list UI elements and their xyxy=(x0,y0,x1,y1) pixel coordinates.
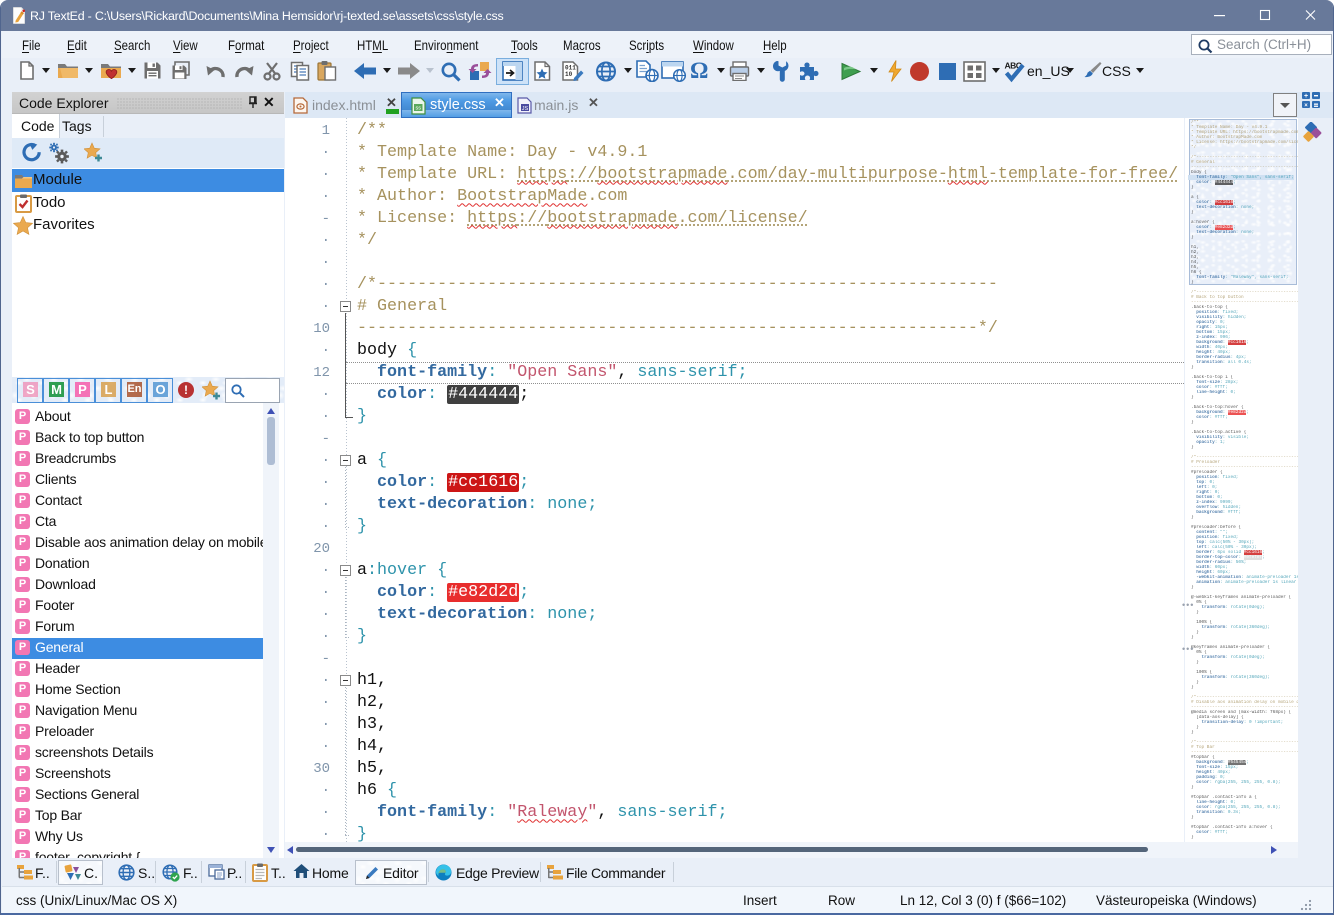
svg-text:JS: JS xyxy=(522,106,529,112)
svg-text:×: × xyxy=(1304,103,1308,108)
svg-text:+: + xyxy=(1304,93,1308,100)
svg-text:10: 10 xyxy=(565,71,573,78)
svg-text:ss: ss xyxy=(416,106,422,112)
